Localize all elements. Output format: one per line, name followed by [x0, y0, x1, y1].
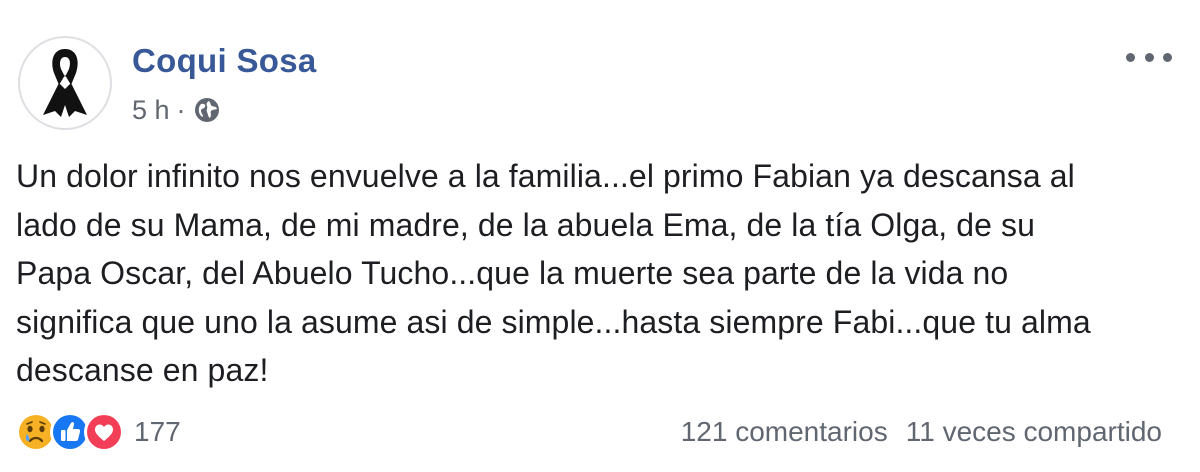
post-timestamp[interactable]: 5 h: [132, 95, 170, 126]
mourning-ribbon-icon: [43, 49, 87, 117]
more-options-icon[interactable]: [1126, 40, 1172, 74]
globe-icon[interactable]: [194, 97, 220, 123]
post-text: Un dolor infinito nos envuelve a la fami…: [16, 158, 1091, 388]
dot: [1163, 52, 1172, 62]
dot: [1126, 52, 1135, 62]
facebook-post: Coqui Sosa 5 h · Un dolor infinito nos e…: [0, 0, 1200, 472]
reactions-summary[interactable]: 177: [16, 410, 181, 454]
shares-count-link[interactable]: 11 veces compartido: [906, 416, 1162, 448]
comments-count-link[interactable]: 121 comentarios: [681, 416, 888, 448]
post-meta: 5 h ·: [132, 92, 220, 128]
reaction-icons: [16, 412, 124, 452]
engagement-stats: 121 comentarios 11 veces compartido: [681, 412, 1162, 452]
meta-separator: ·: [176, 94, 186, 125]
dot: [1144, 52, 1154, 62]
avatar[interactable]: [18, 36, 112, 130]
author-name[interactable]: Coqui Sosa: [132, 42, 317, 80]
reaction-count: 177: [134, 416, 181, 447]
love-reaction-icon: [84, 412, 124, 452]
